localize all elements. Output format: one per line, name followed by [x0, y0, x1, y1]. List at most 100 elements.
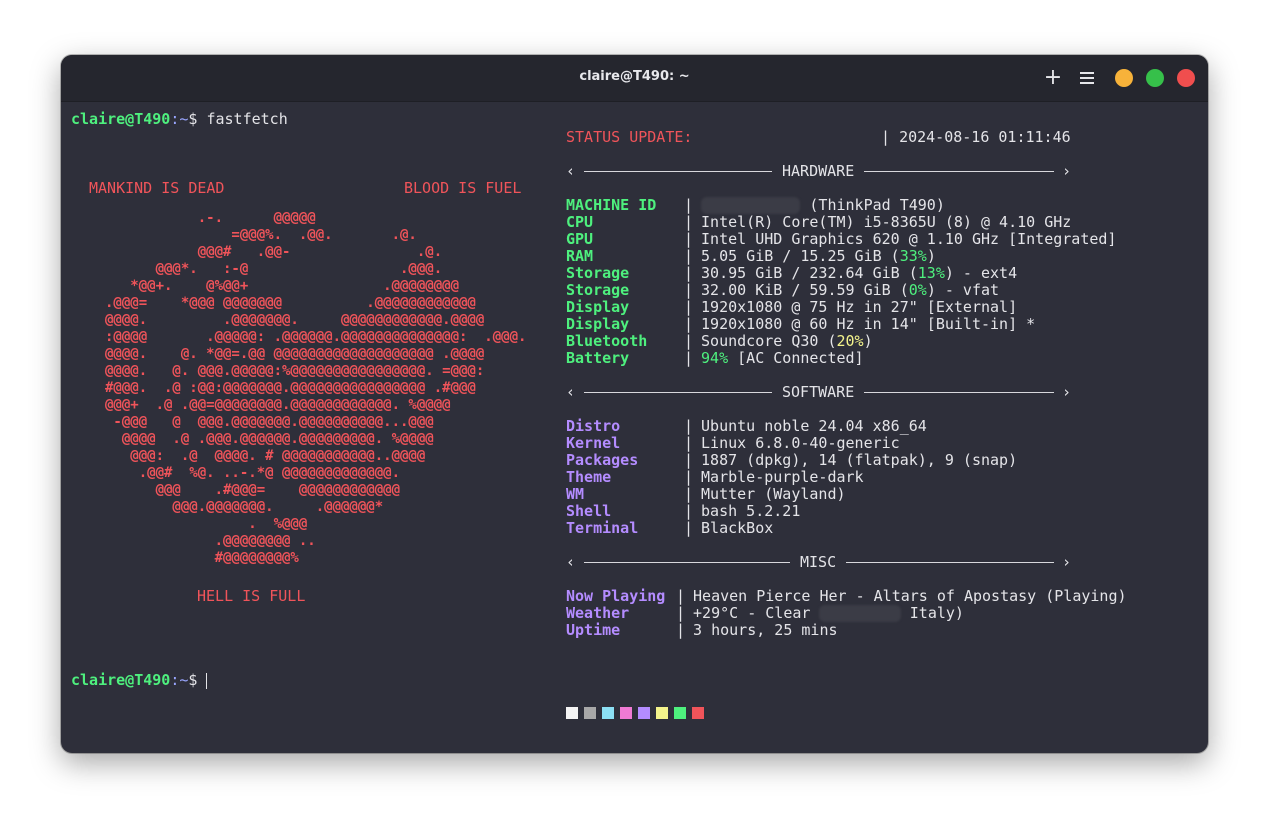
info-value: Soundcore Q30 ( — [701, 332, 837, 350]
info-value: 32.00 KiB / 59.59 GiB ( — [701, 281, 909, 299]
color-swatch — [674, 707, 686, 719]
separator: | — [684, 417, 694, 435]
color-swatch — [656, 707, 668, 719]
separator: | — [676, 587, 686, 605]
section-software: ‹ SOFTWARE › — [566, 384, 1071, 401]
separator: | — [684, 349, 694, 367]
status-datetime-row: | 2024-08-16 01:11:46 — [881, 129, 1071, 146]
info-key: Storage — [566, 281, 630, 299]
info-value: [AC Connected] — [728, 349, 864, 367]
info-value: bash 5.2.21 — [701, 502, 801, 520]
info-value: Linux 6.8.0-40-generic — [701, 434, 900, 452]
command-line: claire@T490:~$ fastfetch — [71, 111, 288, 128]
separator: | — [684, 264, 694, 282]
separator: | — [684, 519, 694, 537]
ascii-heart-logo: .-. @@@@@ =@@@%. .@@. .@. @@@# .@@- .@. … — [105, 210, 527, 566]
info-row: Uptime | 3 hours, 25 mins — [566, 622, 838, 639]
info-row: Display | 1920x1080 @ 75 Hz in 27" [Extern… — [566, 299, 1017, 316]
chevron-right-icon: › — [1061, 383, 1071, 401]
info-key: Shell — [566, 502, 612, 520]
info-row: Storage | 30.95 GiB / 232.64 GiB (13%) - e… — [566, 265, 1017, 282]
info-row: RAM | 5.05 GiB / 15.25 GiB (33%) — [566, 248, 936, 265]
info-key: Storage — [566, 264, 630, 282]
ascii-caption-right: BLOOD IS FUEL — [404, 179, 522, 197]
separator: | — [684, 434, 694, 452]
separator: | — [881, 128, 891, 146]
section-title: MISC — [800, 553, 837, 571]
percent-value: 20% — [836, 332, 864, 350]
separator: | — [684, 281, 694, 299]
separator: | — [684, 196, 694, 214]
separator: | — [684, 315, 694, 333]
info-key: MACHINE ID — [566, 196, 657, 214]
color-swatch — [620, 707, 632, 719]
divider — [584, 392, 772, 393]
command-text: fastfetch — [206, 110, 288, 128]
info-row: Terminal | BlackBox — [566, 520, 773, 537]
close-button[interactable] — [1177, 69, 1195, 87]
info-row: Distro | Ubuntu noble 24.04 x86_64 — [566, 418, 927, 435]
chevron-left-icon: ‹ — [566, 383, 576, 401]
chevron-right-icon: › — [1061, 162, 1071, 180]
divider — [584, 562, 790, 563]
status-datetime: 2024-08-16 01:11:46 — [899, 128, 1071, 146]
section-title: SOFTWARE — [782, 383, 855, 401]
info-value: 5.05 GiB / 15.25 GiB ( — [701, 247, 900, 265]
info-key: Weather — [566, 604, 630, 622]
info-value: Mutter (Wayland) — [701, 485, 846, 503]
separator: | — [684, 230, 694, 248]
section-hardware: ‹ HARDWARE › — [566, 163, 1071, 180]
prompt-line[interactable]: claire@T490:~$ — [71, 671, 208, 689]
info-value: Ubuntu noble 24.04 x86_64 — [701, 417, 927, 435]
color-swatch — [566, 707, 578, 719]
separator: | — [684, 468, 694, 486]
prompt-user-host: claire@T490 — [71, 110, 171, 128]
info-value: 1920x1080 @ 60 Hz in 14" [Built-in] * — [701, 315, 1036, 333]
separator: | — [684, 485, 694, 503]
chevron-left-icon: ‹ — [566, 162, 576, 180]
separator: | — [684, 298, 694, 316]
separator: | — [684, 451, 694, 469]
info-value: 30.95 GiB / 232.64 GiB ( — [701, 264, 918, 282]
info-row: Battery | 94% [AC Connected] — [566, 350, 864, 367]
divider — [864, 171, 1054, 172]
separator: | — [684, 502, 694, 520]
menu-button[interactable] — [1075, 66, 1099, 90]
info-key: Now Playing — [566, 587, 666, 605]
minimize-button[interactable] — [1115, 69, 1133, 87]
separator: | — [684, 247, 694, 265]
info-key: Kernel — [566, 434, 621, 452]
ascii-caption-left: MANKIND IS DEAD — [89, 179, 225, 197]
maximize-button[interactable] — [1146, 69, 1164, 87]
info-row: Kernel | Linux 6.8.0-40-generic — [566, 435, 900, 452]
info-row: Bluetooth | Soundcore Q30 (20%) — [566, 333, 873, 350]
chevron-right-icon: › — [1061, 553, 1071, 571]
title-bar[interactable]: claire@T490: ~ + — [61, 55, 1208, 102]
percent-value: 13% — [917, 264, 945, 282]
color-swatch — [584, 707, 596, 719]
prompt-symbol: $ — [188, 110, 198, 128]
info-key: CPU — [566, 213, 594, 231]
separator: | — [684, 213, 694, 231]
redacted-text: XXXXXXXXXXX — [701, 197, 801, 214]
separator: | — [676, 621, 686, 639]
chevron-left-icon: ‹ — [566, 553, 576, 571]
info-key: Display — [566, 298, 630, 316]
info-value: Heaven Pierce Her - Altars of Apostasy (… — [693, 587, 1127, 605]
info-key: WM — [566, 485, 585, 503]
prompt-symbol: $ — [188, 671, 198, 689]
info-key: RAM — [566, 247, 594, 265]
info-row: Packages | 1887 (dpkg), 14 (flatpak), 9 (s… — [566, 452, 1017, 469]
info-value: Italy) — [900, 604, 964, 622]
color-swatch — [602, 707, 614, 719]
info-row: Weather | +29°C - Clear XXXXXXXXX Italy) — [566, 605, 964, 622]
color-palette — [566, 706, 710, 723]
info-value: ) - ext4 — [944, 264, 1018, 282]
ascii-caption-bottom: HELL IS FULL — [197, 587, 306, 605]
info-value: 3 hours, 25 mins — [693, 621, 838, 639]
terminal-content[interactable]: claire@T490:~$ fastfetch MANKIND IS DEAD… — [61, 101, 1208, 753]
info-row: Theme | Marble-purple-dark — [566, 469, 864, 486]
new-tab-button[interactable]: + — [1041, 66, 1065, 90]
info-row: CPU | Intel(R) Core(TM) i5-8365U (8) @ 4.1… — [566, 214, 1071, 231]
text-cursor — [206, 672, 208, 689]
